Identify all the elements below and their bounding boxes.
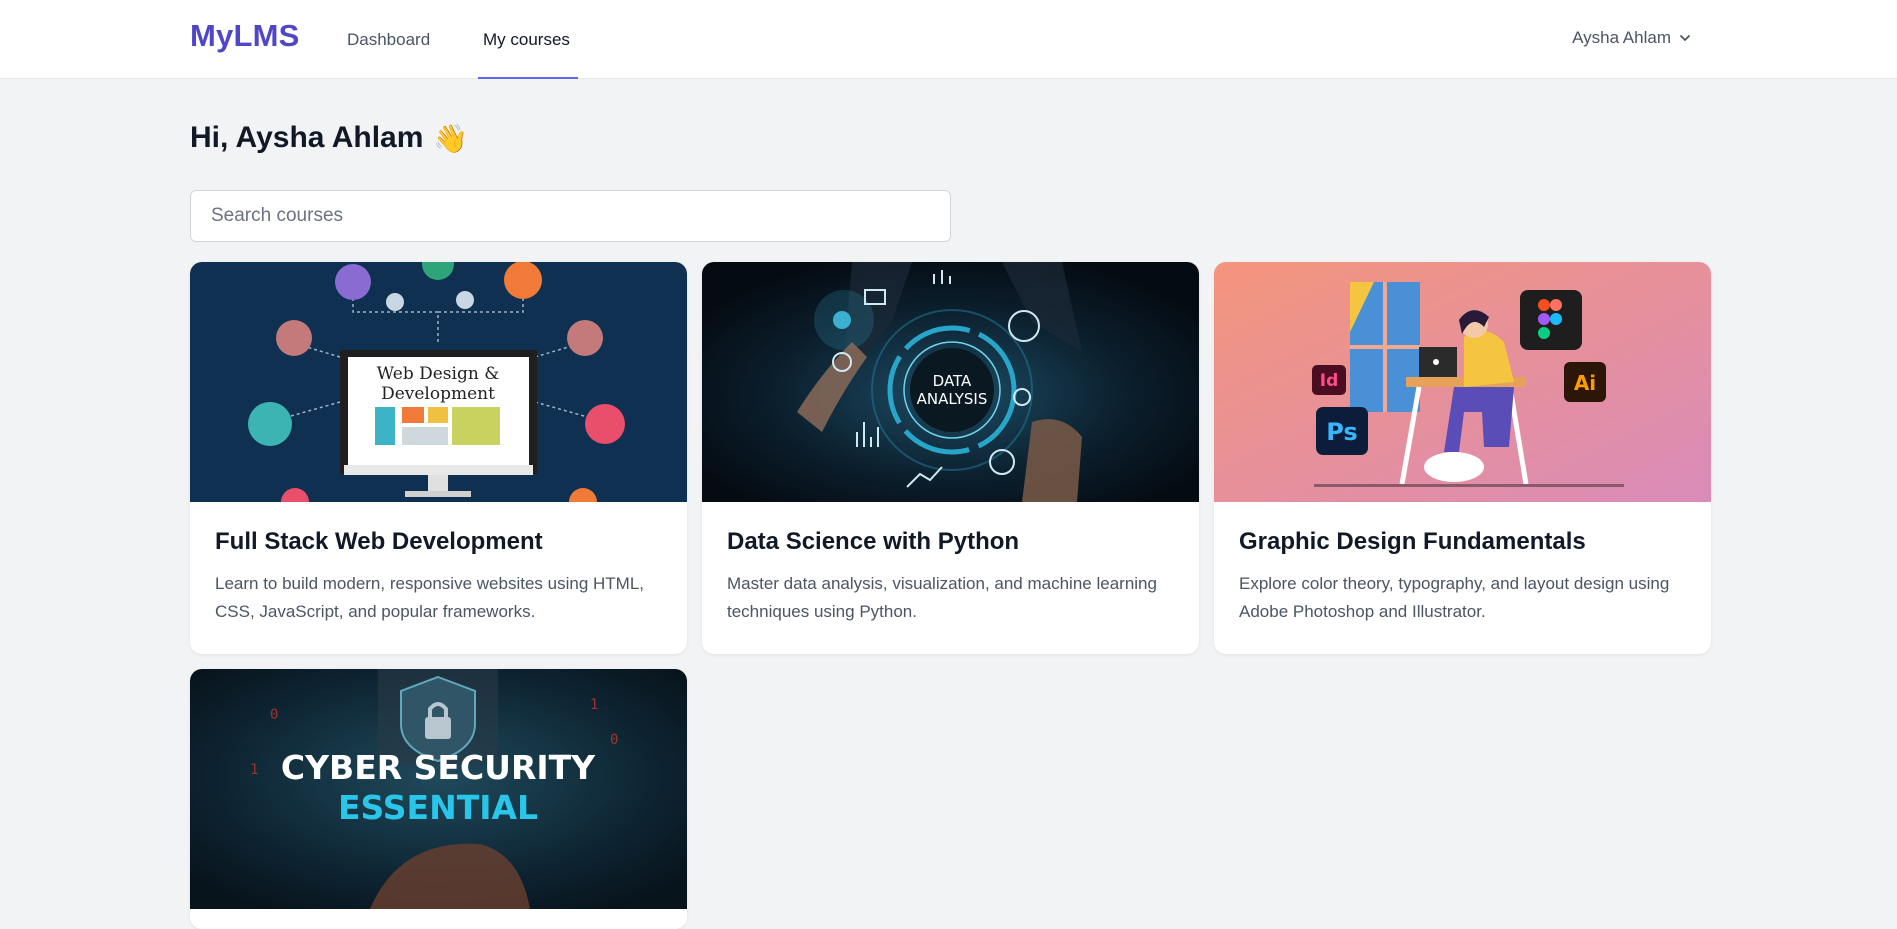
course-card-data-science[interactable]: DATA ANALYSIS Data Science with Python M… (702, 262, 1199, 654)
illustrator-icon: Ai (1574, 371, 1596, 395)
course-image-data-science: DATA ANALYSIS (702, 262, 1199, 502)
course-title[interactable]: Graphic Design Fundamentals (1239, 528, 1686, 556)
image-title-line-1: DATA (933, 372, 972, 390)
course-card-graphic-design[interactable]: Id Ps Ai Graphic Design Fundamentals Exp… (1214, 262, 1711, 654)
course-description: Master data analysis, visualization, and… (727, 574, 1157, 621)
course-card-cyber-security[interactable]: 0 1 0 1 CYBER SECURITY ESSENTIAL (190, 669, 687, 929)
svg-text:1: 1 (590, 697, 598, 713)
user-menu[interactable]: Aysha Ahlam (1572, 28, 1691, 48)
svg-text:0: 0 (270, 707, 278, 723)
course-description: Learn to build modern, responsive websit… (215, 574, 644, 621)
photoshop-icon: Ps (1326, 418, 1357, 446)
greeting-text: Hi, Aysha Ahlam (190, 121, 424, 154)
active-tab-indicator (478, 77, 578, 79)
image-title-line-2: ANALYSIS (917, 390, 988, 408)
image-title-line-1: Web Design & (377, 364, 500, 384)
waving-hand-icon: 👋 (433, 122, 469, 154)
course-image-cyber-security: 0 1 0 1 CYBER SECURITY ESSENTIAL (190, 669, 687, 909)
nav-my-courses[interactable]: My courses (483, 30, 570, 50)
top-navbar: MyLMS Dashboard My courses Aysha Ahlam (0, 0, 1897, 79)
svg-text:0: 0 (610, 732, 618, 748)
image-title-line-1: CYBER SECURITY (281, 748, 596, 787)
image-title-line-2: ESSENTIAL (338, 788, 538, 827)
course-card-web-dev[interactable]: Web Design & Development Full Stack Web … (190, 262, 687, 654)
brand-logo[interactable]: MyLMS (190, 18, 300, 54)
search-courses-input[interactable] (190, 190, 951, 242)
user-name: Aysha Ahlam (1572, 28, 1671, 47)
page-greeting: Hi, Aysha Ahlam 👋 (190, 121, 468, 155)
svg-text:1: 1 (250, 762, 258, 778)
course-description: Explore color theory, typography, and la… (1239, 574, 1670, 621)
course-title[interactable]: Full Stack Web Development (215, 528, 662, 556)
course-image-graphic-design: Id Ps Ai (1214, 262, 1711, 502)
course-image-web-dev: Web Design & Development (190, 262, 687, 502)
chevron-down-icon (1680, 35, 1690, 41)
image-title-line-2: Development (381, 384, 495, 404)
indesign-icon: Id (1320, 371, 1339, 391)
nav-dashboard[interactable]: Dashboard (347, 30, 430, 50)
course-title[interactable]: Data Science with Python (727, 528, 1174, 556)
